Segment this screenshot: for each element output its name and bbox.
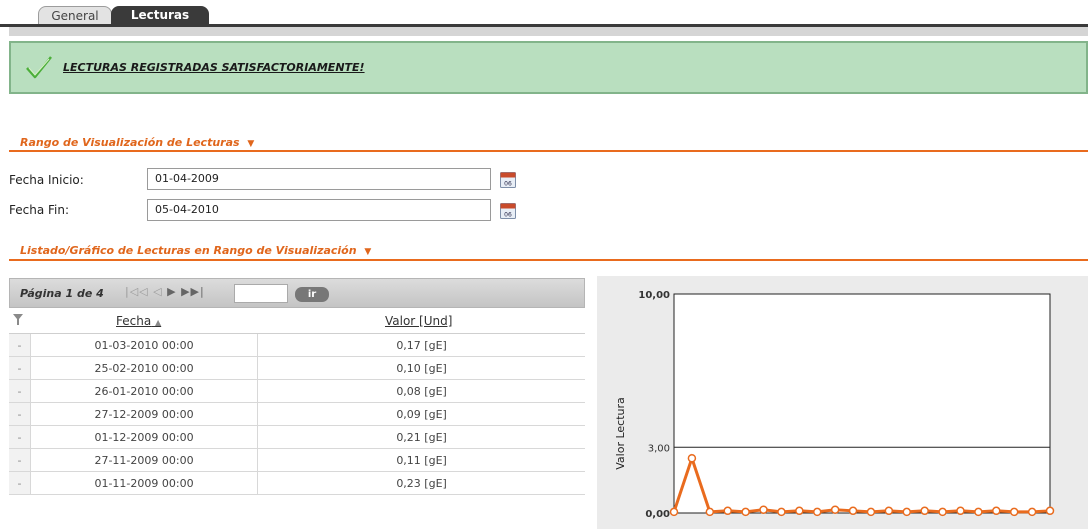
readings-chart: 10,00 3,00 0,00 Valor Lectura (597, 276, 1088, 529)
row-marker: - (9, 356, 31, 380)
valor-cell: 0,08 [gE] (257, 379, 585, 403)
success-message: LECTURAS REGISTRADAS SATISFACTORIAMENTE! (9, 41, 1088, 94)
data-point (705, 507, 715, 517)
fecha-cell: 27-11-2009 00:00 (30, 448, 259, 472)
readings-table: -01-03-2010 00:00 0,17 [gE] -25-02-2010 00… (9, 334, 585, 495)
list-section-divider (9, 259, 1088, 261)
y-tick-label: 3,00 (648, 443, 670, 454)
next-page-icon[interactable]: ▶ (167, 285, 176, 298)
fecha-fin-label: Fecha Fin: (9, 203, 70, 217)
fecha-cell: 01-11-2009 00:00 (30, 471, 259, 495)
tab-general[interactable]: General (38, 6, 112, 26)
data-point (974, 507, 983, 517)
data-point (1009, 507, 1019, 517)
data-point (669, 507, 679, 517)
valor-cell: 0,17 [gE] (257, 334, 585, 357)
fecha-cell: 01-12-2009 00:00 (30, 425, 259, 449)
data-point (830, 505, 840, 514)
list-section-title: Listado/Gráfico de Lecturas en Rango de … (20, 244, 357, 257)
fecha-cell: 01-03-2010 00:00 (30, 334, 259, 357)
fecha-cell: 25-02-2010 00:00 (30, 356, 259, 380)
header-strip (9, 27, 1088, 36)
range-section-divider (9, 150, 1088, 152)
fecha-inicio-input[interactable]: 01-04-2009 (147, 168, 491, 190)
filter-icon[interactable] (12, 313, 24, 327)
data-point (866, 507, 876, 517)
valor-cell: 0,09 [gE] (257, 402, 585, 426)
chart-svg: 10,00 3,00 0,00 Valor Lectura (614, 290, 1055, 520)
table-header: Fecha ▲ Valor [Und] (9, 309, 585, 334)
fecha-fin-input[interactable]: 05-04-2010 (147, 199, 491, 221)
data-point (759, 505, 768, 514)
page-number-input[interactable] (234, 284, 288, 303)
valor-cell: 0,23 [gE] (257, 471, 585, 495)
prev-page-icon[interactable]: ◁ (153, 285, 162, 298)
y-tick-label: 10,00 (638, 290, 670, 301)
y-axis-title: Valor Lectura (614, 397, 627, 470)
table-row[interactable]: -01-03-2010 00:00 0,17 [gE] (9, 334, 585, 357)
check-icon (26, 56, 52, 79)
svg-text:06: 06 (504, 181, 512, 188)
chevron-down-icon: ▼ (364, 247, 372, 257)
data-point (687, 454, 697, 463)
list-section-header[interactable]: Listado/Gráfico de Lecturas en Rango de … (20, 244, 371, 257)
row-marker: - (9, 334, 31, 357)
table-row[interactable]: -01-11-2009 00:00 0,23 [gE] (9, 471, 585, 495)
data-point (1027, 507, 1037, 517)
chevron-down-icon: ▼ (247, 139, 255, 149)
fecha-inicio-label: Fecha Inicio: (9, 173, 84, 187)
row-marker: - (9, 402, 31, 426)
range-section-title: Rango de Visualización de Lecturas (20, 136, 240, 149)
row-marker: - (9, 448, 31, 472)
table-row[interactable]: -26-01-2010 00:00 0,08 [gE] (9, 379, 585, 403)
row-marker: - (9, 471, 31, 495)
svg-text:06: 06 (504, 212, 512, 219)
data-point (777, 507, 786, 517)
first-page-icon[interactable]: |◁◁ (125, 285, 149, 298)
row-marker: - (9, 425, 31, 449)
fecha-cell: 26-01-2010 00:00 (30, 379, 259, 403)
plot-area (673, 293, 1051, 514)
table-row[interactable]: -01-12-2009 00:00 0,21 [gE] (9, 425, 585, 449)
table-row[interactable]: -27-11-2009 00:00 0,11 [gE] (9, 448, 585, 472)
page-indicator: Página 1 de 4 (20, 287, 104, 300)
valor-cell: 0,11 [gE] (257, 448, 585, 472)
data-point (723, 506, 732, 516)
data-point (956, 506, 965, 516)
table-row[interactable]: -27-12-2009 00:00 0,09 [gE] (9, 402, 585, 426)
pager: Página 1 de 4 |◁◁ ◁ ▶ ▶▶| ir (9, 278, 585, 308)
last-page-icon[interactable]: ▶▶| (181, 285, 205, 298)
data-point (795, 506, 804, 516)
data-point (1045, 506, 1055, 516)
data-point (848, 506, 858, 516)
data-point (741, 507, 750, 517)
data-point (812, 507, 822, 517)
success-text: LECTURAS REGISTRADAS SATISFACTORIAMENTE! (63, 61, 365, 74)
pager-nav: |◁◁ ◁ ▶ ▶▶| (125, 285, 205, 298)
tab-lecturas[interactable]: Lecturas (111, 6, 209, 25)
table-row[interactable]: -25-02-2010 00:00 0,10 [gE] (9, 356, 585, 380)
data-point (920, 506, 929, 516)
fecha-column-header[interactable]: Fecha ▲ (116, 314, 161, 328)
valor-cell: 0,10 [gE] (257, 356, 585, 380)
row-marker: - (9, 379, 31, 403)
sort-asc-icon: ▲ (155, 318, 162, 327)
valor-column-header[interactable]: Valor [Und] (385, 314, 452, 328)
valor-cell: 0,21 [gE] (257, 425, 585, 449)
data-point (938, 507, 947, 517)
go-button[interactable]: ir (295, 287, 329, 302)
calendar-icon[interactable]: 06 (500, 203, 516, 219)
y-tick-label: 0,00 (645, 509, 670, 520)
data-point (902, 507, 912, 517)
range-section-header[interactable]: Rango de Visualización de Lecturas ▼ (20, 136, 254, 149)
calendar-icon[interactable]: 06 (500, 172, 516, 188)
data-point (992, 506, 1001, 516)
data-point (884, 506, 894, 516)
fecha-cell: 27-12-2009 00:00 (30, 402, 259, 426)
